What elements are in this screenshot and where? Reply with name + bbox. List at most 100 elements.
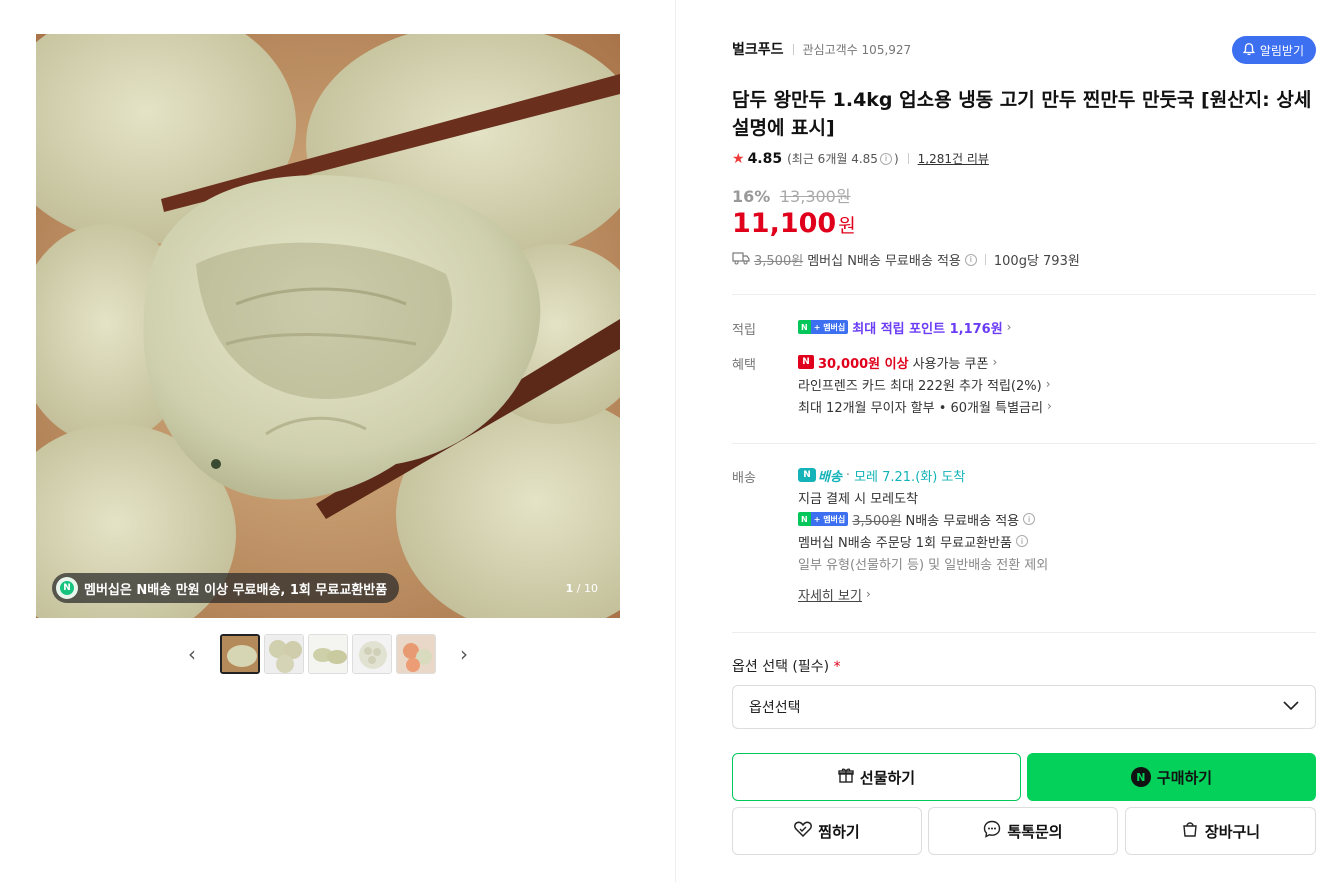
n-delivery-label: 배송 (818, 469, 842, 485)
discount-rate: 16% (732, 187, 771, 206)
n-delivery-icon: N (798, 468, 816, 482)
thumbnail-2[interactable] (264, 634, 304, 674)
delivery-section: N 배송 · 모레 7.21.(화) 도착 지금 결제 시 모레도착 N + 멤… (798, 464, 1048, 605)
badge-plus: + 멤버십 (810, 320, 849, 334)
n-delivery-icon: N (56, 577, 78, 599)
option-select-value: 옵션선택 (749, 700, 801, 716)
unit-price: 100g당 793원 (993, 254, 1080, 269)
original-price: 13,300원 (779, 187, 851, 206)
sale-price: 11,100 원 (732, 208, 856, 239)
details-line[interactable]: 자세히 보기 › (798, 583, 1048, 605)
chevron-right-icon: › (1045, 377, 1051, 391)
price-unit: 원 (838, 215, 856, 237)
divider (907, 153, 909, 164)
seller-row: 벌크푸드 관심고객수 105,927 알림받기 (732, 36, 1316, 64)
seller-name[interactable]: 벌크푸드 (732, 39, 784, 59)
thumbnail-strip: ‹ › (36, 634, 620, 674)
option-select[interactable]: 옵션선택 (732, 685, 1316, 729)
discount-row: 16% 13,300원 (732, 183, 851, 207)
max-points: 최대 적립 포인트 1,176원 (852, 321, 1003, 337)
heart-icon (794, 821, 813, 841)
points-line[interactable]: N + 멤버십 최대 적립 포인트 1,176원 › (798, 316, 1011, 338)
exchange-note: 멤버십 N배송 주문당 1회 무료교환반품 (798, 535, 1012, 551)
gift-label: 선물하기 (859, 768, 916, 787)
section-divider (732, 443, 1316, 444)
divider (984, 254, 986, 265)
badge-n: N (798, 320, 811, 334)
chevron-right-icon: › (1006, 320, 1012, 334)
section-divider (732, 632, 1316, 633)
thumbnail-5[interactable] (396, 634, 436, 674)
chevron-right-icon: › (1046, 399, 1052, 413)
recent-rating-close: ) (893, 151, 899, 166)
thumbnail-1[interactable] (220, 634, 260, 674)
exchange-line: 멤버십 N배송 주문당 1회 무료교환반품 i (798, 530, 1048, 552)
membership-badge: N + 멤버십 (798, 320, 849, 334)
thumbnail-3[interactable] (308, 634, 348, 674)
n-delivery-badge: N 배송 (798, 466, 842, 485)
info-icon[interactable]: i (879, 152, 892, 165)
benefits-section: N 30,000원 이상 사용가능 쿠폰 › 라인프렌즈 카드 최대 222원 … (798, 351, 1052, 417)
pay-note: 지금 결제 시 모레도착 (798, 491, 919, 507)
badge-plus: + 멤버십 (810, 512, 849, 526)
membership-promo-pill: N 멤버십은 N배송 만원 이상 무료배송, 1회 무료교환반품 (52, 573, 400, 603)
shipping-row: 3,500원 멤버십 N배송 무료배송 적용 i 100g당 793원 (732, 250, 1080, 269)
chevron-left-icon[interactable]: ‹ (180, 642, 204, 666)
chevron-right-icon[interactable]: › (452, 642, 476, 666)
talktalk-label: 톡톡문의 (1007, 822, 1063, 841)
price-value: 11,100 (732, 208, 837, 239)
buy-button[interactable]: N 구매하기 (1027, 753, 1316, 801)
product-title: 담두 왕만두 1.4kg 업소용 냉동 고기 만두 찐만두 만둣국 [원산지: … (732, 89, 1312, 139)
info-icon[interactable]: i (964, 253, 977, 266)
rating-row: ★ 4.85 (최근 6개월 4.85 i ) 1,281건 리뷰 (732, 150, 989, 167)
counter-total: / 10 (576, 582, 598, 595)
membership-badge: N + 멤버십 (798, 512, 849, 526)
delivery-arrival-line: N 배송 · 모레 7.21.(화) 도착 (798, 464, 1048, 486)
dumpling-photo (36, 34, 620, 618)
section-divider (732, 294, 1316, 295)
exclusion-note: 일부 유형(선물하기 등) 및 일반배송 전환 제외 (798, 557, 1049, 573)
coupon-amount: 30,000원 이상 (818, 356, 909, 372)
shipping-fee-original: 3,500원 (754, 254, 804, 269)
card-benefit-line[interactable]: 라인프렌즈 카드 최대 222원 추가 적립(2%) › (798, 373, 1052, 395)
gift-button[interactable]: 선물하기 (732, 753, 1021, 801)
details-link[interactable]: 자세히 보기 (798, 585, 862, 604)
cart-label: 장바구니 (1204, 822, 1261, 841)
installment-line[interactable]: 최대 12개월 무이자 할부 • 60개월 특별금리 › (798, 395, 1052, 417)
delivery-fee-note: N배송 무료배송 적용 (905, 513, 1020, 529)
shipping-note: 멤버십 N배송 무료배송 적용 (807, 254, 961, 269)
thumbnail-4[interactable] (352, 634, 392, 674)
product-gallery: N 멤버십은 N배송 만원 이상 무료배송, 1회 무료교환반품 1 / 10 … (36, 34, 620, 674)
talktalk-button[interactable]: 톡톡문의 (928, 807, 1118, 855)
shopping-bag-icon (1181, 820, 1199, 842)
chevron-right-icon: › (865, 587, 871, 601)
arrival-date: 모레 7.21.(화) 도착 (854, 469, 966, 485)
buy-label: 구매하기 (1156, 768, 1213, 787)
card-benefit-text: 라인프렌즈 카드 최대 222원 추가 적립(2%) (798, 378, 1042, 394)
wish-button[interactable]: 찜하기 (732, 807, 922, 855)
gift-icon (838, 767, 854, 787)
badge-n: N (798, 512, 811, 526)
promo-text: 멤버십은 N배송 만원 이상 무료배송, 1회 무료교환반품 (84, 582, 388, 598)
product-main-image[interactable]: N 멤버십은 N배송 만원 이상 무료배송, 1회 무료교환반품 1 / 10 (36, 34, 620, 618)
option-label: 옵션 선택 (필수) * (732, 656, 841, 676)
star-icon: ★ (732, 150, 745, 167)
cart-button[interactable]: 장바구니 (1125, 807, 1316, 855)
chat-icon (983, 820, 1001, 842)
divider (792, 43, 794, 55)
info-icon[interactable]: i (1023, 513, 1036, 525)
naver-n-icon: N (1130, 767, 1151, 787)
delivery-fee-strike: 3,500원 (852, 513, 902, 529)
points-label: 적립 (732, 323, 756, 338)
column-divider (675, 0, 676, 882)
review-link[interactable]: 1,281건 리뷰 (918, 150, 989, 167)
bell-icon (1242, 42, 1256, 59)
n-coupon-icon: N (798, 355, 814, 369)
rating-score: 4.85 (747, 150, 783, 167)
chevron-right-icon: › (992, 355, 998, 369)
benefits-label: 혜택 (732, 358, 756, 373)
alarm-button[interactable]: 알림받기 (1231, 36, 1316, 64)
info-icon[interactable]: i (1015, 535, 1028, 547)
coupon-line[interactable]: N 30,000원 이상 사용가능 쿠폰 › (798, 351, 1052, 373)
alarm-label: 알림받기 (1259, 43, 1304, 58)
